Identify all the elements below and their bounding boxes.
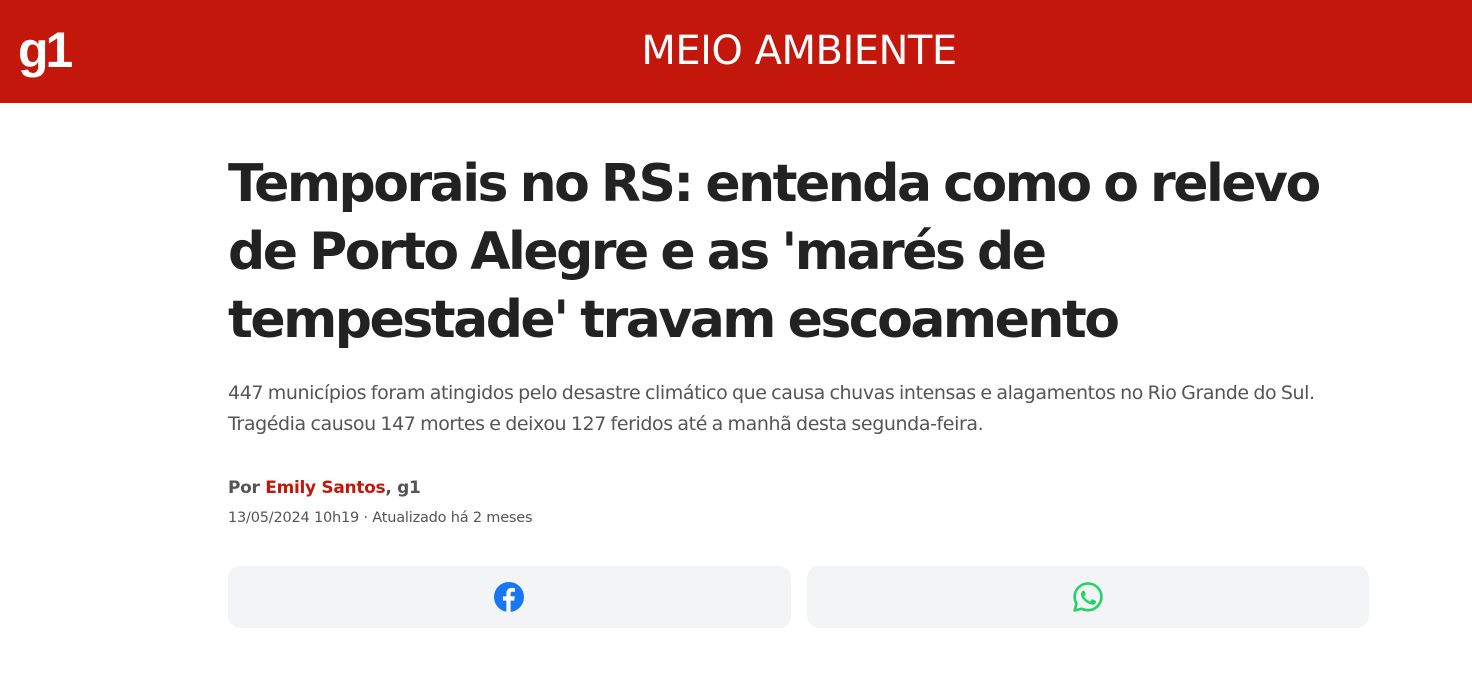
share-facebook-button[interactable] (228, 566, 791, 628)
share-bar (228, 566, 1369, 628)
section-title[interactable]: MEIO AMBIENTE (0, 26, 1472, 76)
article-headline: Temporais no RS: entenda como o relevo d… (228, 154, 1321, 350)
top-header-bar: g1 MEIO AMBIENTE (0, 0, 1472, 103)
byline-outlet: , g1 (385, 478, 421, 498)
article-header: Temporais no RS: entenda como o relevo d… (228, 150, 1369, 528)
author-link[interactable]: Emily Santos (265, 478, 385, 498)
share-whatsapp-button[interactable] (806, 566, 1369, 628)
whatsapp-icon (1073, 582, 1103, 612)
byline: Por Emily Santos, g1 (228, 476, 1369, 500)
section-title-wrap: MEIO AMBIENTE (0, 0, 1472, 103)
article-subtitle: 447 municípios foram atingidos pelo desa… (228, 382, 1315, 435)
facebook-icon (494, 582, 525, 612)
dateline: 13/05/2024 10h19 · Atualizado há 2 meses (228, 510, 533, 526)
byline-prefix: Por (228, 478, 260, 498)
